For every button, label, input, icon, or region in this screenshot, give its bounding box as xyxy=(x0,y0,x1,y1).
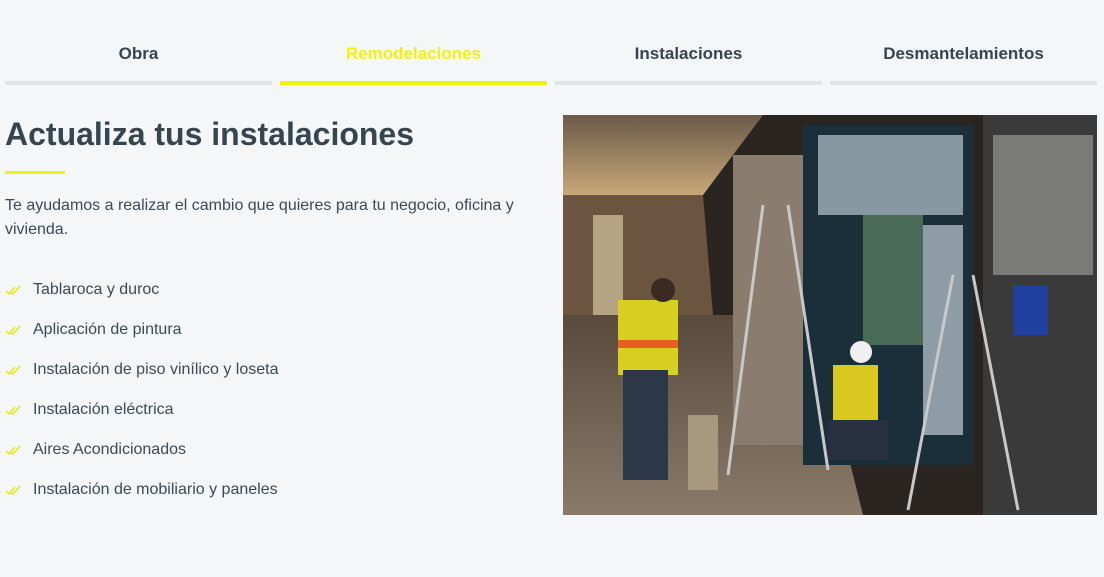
double-check-icon xyxy=(5,444,33,456)
remodeling-photo xyxy=(563,115,1097,515)
list-item: Tablaroca y duroc xyxy=(5,270,545,310)
list-item-label: Instalación de piso vinílico y loseta xyxy=(33,361,279,378)
list-item: Instalación de mobiliario y paneles xyxy=(5,470,545,510)
tab-desmantelamientos[interactable]: Desmantelamientos xyxy=(830,38,1097,85)
section-intro: Te ayudamos a realizar el cambio que qui… xyxy=(5,197,514,238)
list-item-label: Instalación eléctrica xyxy=(33,401,174,418)
section-title: Actualiza tus instalaciones xyxy=(5,116,415,152)
list-item-label: Aires Acondicionados xyxy=(33,441,186,458)
list-item: Aires Acondicionados xyxy=(5,430,545,470)
list-item: Aplicación de pintura xyxy=(5,310,545,350)
double-check-icon xyxy=(5,284,33,296)
list-item: Instalación eléctrica xyxy=(5,390,545,430)
list-item-label: Tablaroca y duroc xyxy=(33,281,160,298)
tab-instalaciones[interactable]: Instalaciones xyxy=(555,38,822,85)
service-tabs: Obra Remodelaciones Instalaciones Desman… xyxy=(5,38,1097,86)
service-list: Tablaroca y duroc Aplicación de pintura … xyxy=(5,270,545,510)
list-item-label: Instalación de mobiliario y paneles xyxy=(33,481,278,498)
list-item: Instalación de piso vinílico y loseta xyxy=(5,350,545,390)
list-item-label: Aplicación de pintura xyxy=(33,321,182,338)
double-check-icon xyxy=(5,484,33,496)
tab-content-text: Actualiza tus instalaciones Te ayudamos … xyxy=(5,112,545,510)
double-check-icon xyxy=(5,404,33,416)
title-underline xyxy=(5,171,65,174)
double-check-icon xyxy=(5,324,33,336)
tab-remodelaciones[interactable]: Remodelaciones xyxy=(280,38,547,85)
double-check-icon xyxy=(5,364,33,376)
tab-obra[interactable]: Obra xyxy=(5,38,272,85)
